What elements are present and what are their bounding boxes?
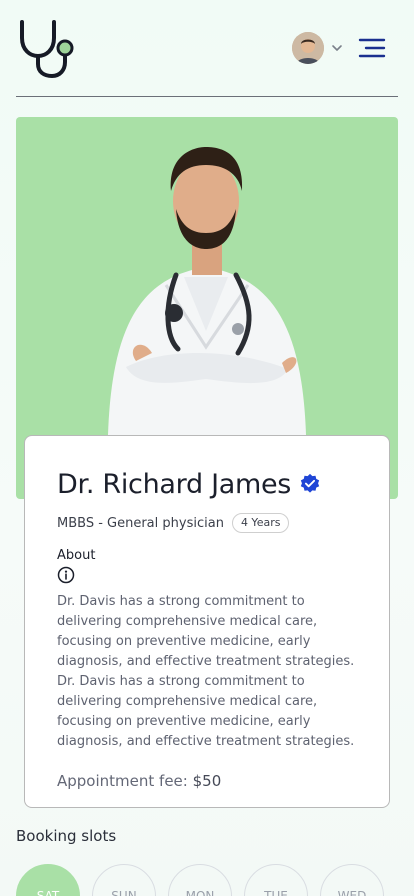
day-slot-sun[interactable]: SUN	[92, 864, 156, 896]
user-avatar[interactable]	[292, 32, 324, 64]
day-slot-wed[interactable]: WED	[320, 864, 384, 896]
about-title: About	[57, 548, 96, 563]
appointment-fee: Appointment fee: $50	[57, 772, 357, 790]
booking-day-list: SAT SUN MON TUE WED	[16, 864, 414, 896]
stethoscope-icon[interactable]	[18, 20, 74, 78]
day-slot-tue[interactable]: TUE	[244, 864, 308, 896]
day-slot-mon[interactable]: MON	[168, 864, 232, 896]
fee-label: Appointment fee:	[57, 772, 188, 790]
verified-badge-icon	[300, 473, 320, 493]
day-slot-sat[interactable]: SAT	[16, 864, 80, 896]
doctor-meta: MBBS - General physician 4 Years	[57, 512, 357, 534]
info-icon[interactable]	[57, 566, 75, 584]
booking-slots-title: Booking slots	[16, 827, 117, 845]
hamburger-menu-icon[interactable]	[358, 36, 386, 60]
chevron-down-icon[interactable]	[330, 41, 344, 55]
about-text: Dr. Davis has a strong commitment to del…	[57, 594, 355, 749]
doctor-name-row: Dr. Richard James	[57, 466, 357, 502]
experience-badge: 4 Years	[231, 513, 290, 533]
header-divider	[16, 96, 398, 97]
doctor-info-card: Dr. Richard James MBBS - General physici…	[24, 435, 390, 808]
doctor-degree: MBBS - General physician	[57, 515, 224, 531]
fee-value: $50	[192, 772, 222, 790]
app-header	[0, 0, 414, 97]
doctor-name: Dr. Richard James	[57, 468, 292, 500]
